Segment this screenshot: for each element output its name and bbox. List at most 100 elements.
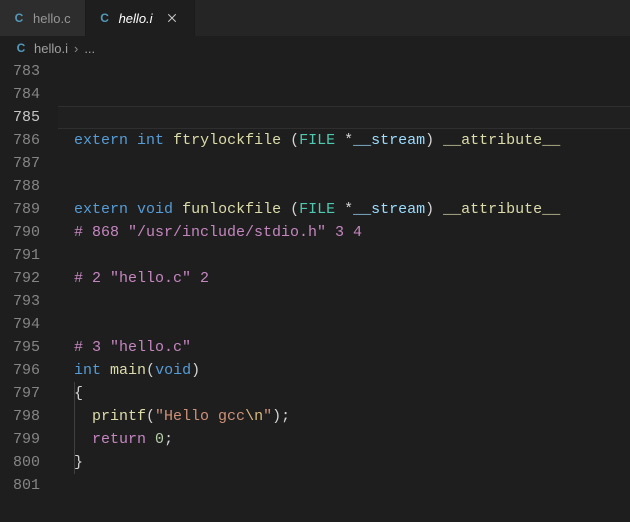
token: int <box>74 362 101 379</box>
line-number: 791 <box>0 244 40 267</box>
token: ( <box>281 132 299 149</box>
token: main <box>110 362 146 379</box>
token: "Hello gcc <box>155 408 245 425</box>
tab-label: hello.c <box>33 11 71 26</box>
token <box>101 362 110 379</box>
code-line[interactable] <box>58 152 630 175</box>
token: { <box>74 385 83 402</box>
code-area[interactable]: extern int ftrylockfile (FILE *__stream)… <box>58 60 630 522</box>
code-line[interactable]: extern void funlockfile (FILE *__stream)… <box>58 198 630 221</box>
token: __stream <box>353 201 425 218</box>
line-number: 798 <box>0 405 40 428</box>
line-number: 792 <box>0 267 40 290</box>
code-line[interactable] <box>58 175 630 198</box>
token: ); <box>272 408 290 425</box>
line-number: 789 <box>0 198 40 221</box>
code-line[interactable] <box>58 313 630 336</box>
token <box>128 201 137 218</box>
indent-guide <box>74 382 75 474</box>
token: FILE <box>299 201 335 218</box>
token: ; <box>164 431 173 448</box>
code-line[interactable]: # 2 "hello.c" 2 <box>58 267 630 290</box>
token <box>164 132 173 149</box>
breadcrumb-rest: ... <box>84 41 95 56</box>
code-line[interactable]: { <box>58 382 630 405</box>
token: return <box>92 431 146 448</box>
token: void <box>137 201 173 218</box>
token <box>74 431 92 448</box>
token <box>146 431 155 448</box>
code-line[interactable] <box>58 244 630 267</box>
token: \n <box>245 408 263 425</box>
token: * <box>335 132 353 149</box>
line-number: 797 <box>0 382 40 405</box>
line-number: 800 <box>0 451 40 474</box>
token: ) <box>191 362 200 379</box>
code-line[interactable]: int main(void) <box>58 359 630 382</box>
token: extern <box>74 201 128 218</box>
token <box>74 408 92 425</box>
token: ( <box>146 408 155 425</box>
line-number: 790 <box>0 221 40 244</box>
line-number: 784 <box>0 83 40 106</box>
token: __stream <box>353 132 425 149</box>
tab-label: hello.i <box>119 11 153 26</box>
line-number: 783 <box>0 60 40 83</box>
token: void <box>155 362 191 379</box>
code-line[interactable]: printf("Hello gcc\n"); <box>58 405 630 428</box>
token: funlockfile <box>182 201 281 218</box>
code-line[interactable]: extern int ftrylockfile (FILE *__stream)… <box>58 129 630 152</box>
token: " <box>263 408 272 425</box>
token: # 3 "hello.c" <box>74 339 191 356</box>
line-number: 801 <box>0 474 40 497</box>
token: } <box>74 454 83 471</box>
token: ( <box>281 201 299 218</box>
close-icon[interactable] <box>164 10 180 26</box>
line-number: 799 <box>0 428 40 451</box>
token: printf <box>92 408 146 425</box>
token: extern <box>74 132 128 149</box>
code-line[interactable] <box>58 474 630 497</box>
token: # 2 "hello.c" 2 <box>74 270 209 287</box>
code-line[interactable] <box>58 60 630 83</box>
token: * <box>335 201 353 218</box>
breadcrumb[interactable]: C hello.i › ... <box>0 36 630 60</box>
line-number: 795 <box>0 336 40 359</box>
code-line[interactable]: # 868 "/usr/include/stdio.h" 3 4 <box>58 221 630 244</box>
code-line[interactable]: } <box>58 451 630 474</box>
line-number: 796 <box>0 359 40 382</box>
line-number: 788 <box>0 175 40 198</box>
token: int <box>137 132 164 149</box>
code-line[interactable] <box>58 83 630 106</box>
line-number: 793 <box>0 290 40 313</box>
token: FILE <box>299 132 335 149</box>
line-number: 785 <box>0 106 40 129</box>
token: __attribute__ <box>443 132 560 149</box>
chevron-right-icon: › <box>74 41 78 56</box>
line-number: 787 <box>0 152 40 175</box>
c-file-icon: C <box>98 11 112 25</box>
token: ( <box>146 362 155 379</box>
line-number: 794 <box>0 313 40 336</box>
code-line[interactable] <box>58 290 630 313</box>
line-number-gutter: 7837847857867877887897907917927937947957… <box>0 60 58 522</box>
line-number: 786 <box>0 129 40 152</box>
code-line[interactable]: # 3 "hello.c" <box>58 336 630 359</box>
token <box>173 201 182 218</box>
token: 0 <box>155 431 164 448</box>
code-line[interactable]: return 0; <box>58 428 630 451</box>
tab-bar: C hello.c C hello.i <box>0 0 630 36</box>
token: ) <box>425 132 443 149</box>
tab-hello-i[interactable]: C hello.i <box>86 0 195 36</box>
token: # 868 "/usr/include/stdio.h" 3 4 <box>74 224 362 241</box>
token: ) <box>425 201 443 218</box>
c-file-icon: C <box>12 11 26 25</box>
code-line[interactable] <box>58 106 630 129</box>
token: __attribute__ <box>443 201 560 218</box>
token: ftrylockfile <box>173 132 281 149</box>
c-file-icon: C <box>14 41 28 55</box>
token <box>128 132 137 149</box>
breadcrumb-file: hello.i <box>34 41 68 56</box>
code-editor[interactable]: 7837847857867877887897907917927937947957… <box>0 60 630 522</box>
tab-hello-c[interactable]: C hello.c <box>0 0 86 36</box>
